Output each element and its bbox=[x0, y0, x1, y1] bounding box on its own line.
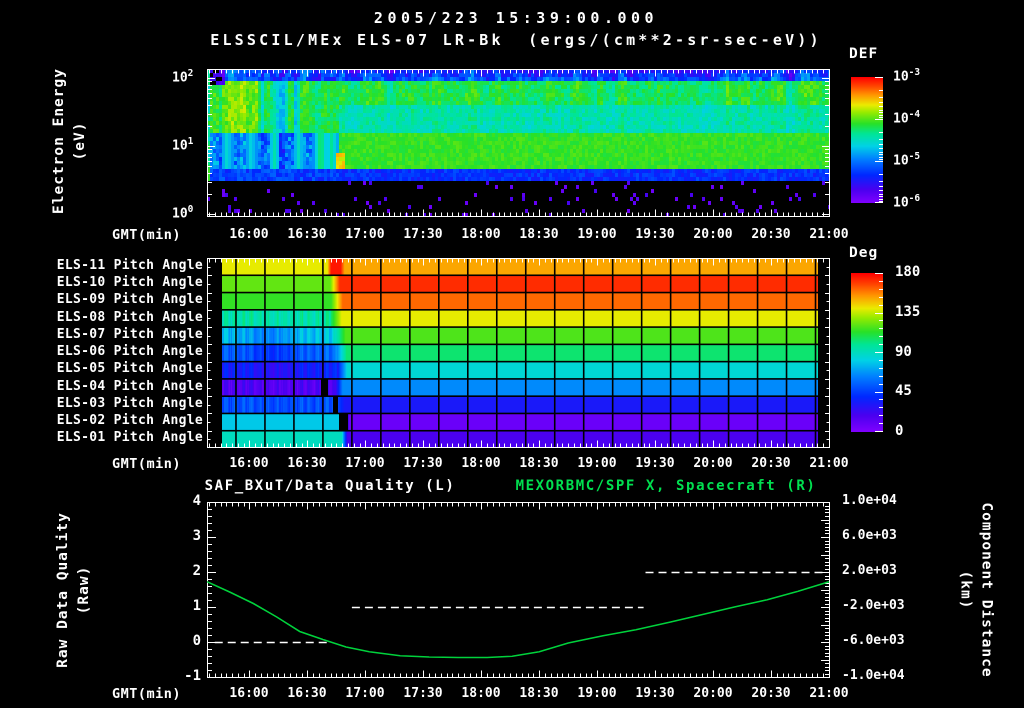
bottom-left-y-axis-label: Raw Data Quality (Raw) bbox=[42, 500, 106, 680]
bottom-left-tick-3: 3 bbox=[192, 528, 201, 544]
def-colorbar-tick--6: 10-6 bbox=[893, 193, 921, 211]
bottom-x-tick-18:00: 18:00 bbox=[461, 686, 501, 701]
spectrogram-x-tick-19:30: 19:30 bbox=[635, 227, 675, 242]
bottom-x-tick-19:00: 19:00 bbox=[577, 686, 617, 701]
bottom-left-tick-0: 0 bbox=[192, 633, 201, 649]
row-label-els-04: ELS-04 Pitch Angle bbox=[56, 378, 203, 394]
row-label-els-07: ELS-07 Pitch Angle bbox=[56, 326, 203, 342]
row-label-els-03: ELS-03 Pitch Angle bbox=[56, 395, 203, 411]
row-label-els-05: ELS-05 Pitch Angle bbox=[56, 361, 203, 377]
spectrogram-y-axis-label-line1: Electron Energy bbox=[51, 67, 68, 214]
bottom-right-y-axis-label-line2: (km) bbox=[958, 570, 975, 610]
bottom-x-tick-21:00: 21:00 bbox=[809, 686, 849, 701]
pitch-x-tick-17:00: 17:00 bbox=[345, 456, 385, 471]
deg-colorbar-tick-0: 0 bbox=[895, 423, 904, 439]
def-colorbar-tick--3: 10-3 bbox=[893, 67, 921, 85]
bottom-x-tick-17:00: 17:00 bbox=[345, 686, 385, 701]
bottom-right-tick--10000: -1.0e+04 bbox=[842, 668, 905, 683]
spectrogram-x-tick-20:30: 20:30 bbox=[751, 227, 791, 242]
page-title-datetime: 2005/223 15:39:00.000 bbox=[373, 9, 659, 27]
bottom-right-tick-10000: 1.0e+04 bbox=[842, 493, 897, 508]
bottom-x-axis-label: GMT(min) bbox=[112, 686, 182, 702]
row-label-els-09: ELS-09 Pitch Angle bbox=[56, 292, 203, 308]
pitch-angle-heatmap-canvas bbox=[207, 258, 830, 448]
bottom-right-tick-2000: 2.0e+03 bbox=[842, 563, 897, 578]
spectrogram-x-tick-17:00: 17:00 bbox=[345, 227, 385, 242]
bottom-left-tick-1: 1 bbox=[192, 598, 201, 614]
bottom-right-y-axis-label-line1: Component Distance bbox=[979, 502, 996, 678]
bottom-x-tick-18:30: 18:30 bbox=[519, 686, 559, 701]
spectrogram-x-tick-17:30: 17:30 bbox=[403, 227, 443, 242]
spectrogram-x-tick-21:00: 21:00 bbox=[809, 227, 849, 242]
pitch-x-axis-label: GMT(min) bbox=[112, 456, 182, 472]
bottom-left-series-title: SAF_BXuT/Data Quality (L) bbox=[204, 478, 456, 494]
bottom-x-tick-19:30: 19:30 bbox=[635, 686, 675, 701]
row-label-els-01: ELS-01 Pitch Angle bbox=[56, 430, 203, 446]
bottom-right-series-title: MEXORBMC/SPF X, Spacecraft (R) bbox=[515, 478, 817, 494]
def-colorbar-canvas bbox=[851, 77, 883, 203]
spectrogram-y-tick-10e2: 102 bbox=[172, 68, 194, 86]
plot-screen: 2005/223 15:39:00.000 ELSSCIL/MEx ELS-07… bbox=[0, 0, 1024, 708]
bottom-x-tick-20:00: 20:00 bbox=[693, 686, 733, 701]
bottom-x-tick-16:30: 16:30 bbox=[287, 686, 327, 701]
pitch-x-tick-18:00: 18:00 bbox=[461, 456, 501, 471]
bottom-right-y-axis-label: Component Distance (km) bbox=[944, 500, 1008, 680]
spectrogram-x-tick-19:00: 19:00 bbox=[577, 227, 617, 242]
spectrogram-x-tick-18:30: 18:30 bbox=[519, 227, 559, 242]
deg-colorbar-tick-90: 90 bbox=[895, 343, 912, 360]
deg-colorbar-canvas bbox=[851, 273, 883, 432]
bottom-left-tick-4: 4 bbox=[192, 493, 201, 509]
bottom-x-tick-17:30: 17:30 bbox=[403, 686, 443, 701]
bottom-left-y-axis-label-line1: Raw Data Quality bbox=[55, 512, 71, 668]
row-label-els-11: ELS-11 Pitch Angle bbox=[56, 257, 203, 273]
bottom-right-tick--2000: -2.0e+03 bbox=[842, 598, 905, 613]
deg-colorbar-tick-45: 45 bbox=[895, 383, 912, 400]
pitch-x-tick-20:00: 20:00 bbox=[693, 456, 733, 471]
pitch-x-tick-18:30: 18:30 bbox=[519, 456, 559, 471]
spectrogram-y-axis-label-line2: (eV) bbox=[72, 121, 89, 160]
deg-colorbar-title: Deg bbox=[849, 245, 879, 261]
spectrogram-y-tick-10e1: 101 bbox=[172, 136, 194, 154]
bottom-left-tick--1: -1 bbox=[184, 668, 201, 684]
bottom-right-tick--6000: -6.0e+03 bbox=[842, 633, 905, 648]
bottom-left-tick-2: 2 bbox=[192, 563, 201, 579]
bottom-right-tick-6000: 6.0e+03 bbox=[842, 528, 897, 543]
pitch-x-tick-17:30: 17:30 bbox=[403, 456, 443, 471]
electron-energy-spectrogram-canvas bbox=[207, 69, 830, 217]
pitch-x-tick-19:30: 19:30 bbox=[635, 456, 675, 471]
spectrogram-x-tick-16:30: 16:30 bbox=[287, 227, 327, 242]
pitch-x-tick-21:00: 21:00 bbox=[809, 456, 849, 471]
def-colorbar-title: DEF bbox=[849, 46, 879, 62]
deg-colorbar-tick-135: 135 bbox=[895, 303, 921, 320]
spectrogram-x-tick-16:00: 16:00 bbox=[229, 227, 269, 242]
spectrogram-x-axis-label: GMT(min) bbox=[112, 227, 182, 243]
spectrogram-x-tick-20:00: 20:00 bbox=[693, 227, 733, 242]
row-label-els-06: ELS-06 Pitch Angle bbox=[56, 344, 203, 359]
pitch-x-tick-16:00: 16:00 bbox=[229, 456, 269, 471]
pitch-x-tick-19:00: 19:00 bbox=[577, 456, 617, 471]
def-colorbar-tick--4: 10-4 bbox=[893, 109, 921, 127]
spectrogram-y-tick-10e0: 100 bbox=[172, 204, 194, 222]
pitch-x-tick-20:30: 20:30 bbox=[751, 456, 791, 471]
spectrogram-y-axis-label: Electron Energy (eV) bbox=[40, 58, 100, 223]
row-label-els-08: ELS-08 Pitch Angle bbox=[56, 309, 203, 325]
pitch-x-tick-16:30: 16:30 bbox=[287, 456, 327, 471]
bottom-x-tick-16:00: 16:00 bbox=[229, 686, 269, 701]
row-label-els-10: ELS-10 Pitch Angle bbox=[56, 274, 203, 290]
bottom-left-y-axis-label-line2: (Raw) bbox=[76, 565, 92, 615]
row-label-els-02: ELS-02 Pitch Angle bbox=[56, 413, 203, 429]
def-colorbar-tick--5: 10-5 bbox=[893, 151, 921, 169]
bottom-x-tick-20:30: 20:30 bbox=[751, 686, 791, 701]
quality-distance-plot-canvas bbox=[207, 502, 830, 678]
deg-colorbar-tick-180: 180 bbox=[895, 264, 921, 280]
spectrogram-x-tick-18:00: 18:00 bbox=[461, 227, 501, 242]
